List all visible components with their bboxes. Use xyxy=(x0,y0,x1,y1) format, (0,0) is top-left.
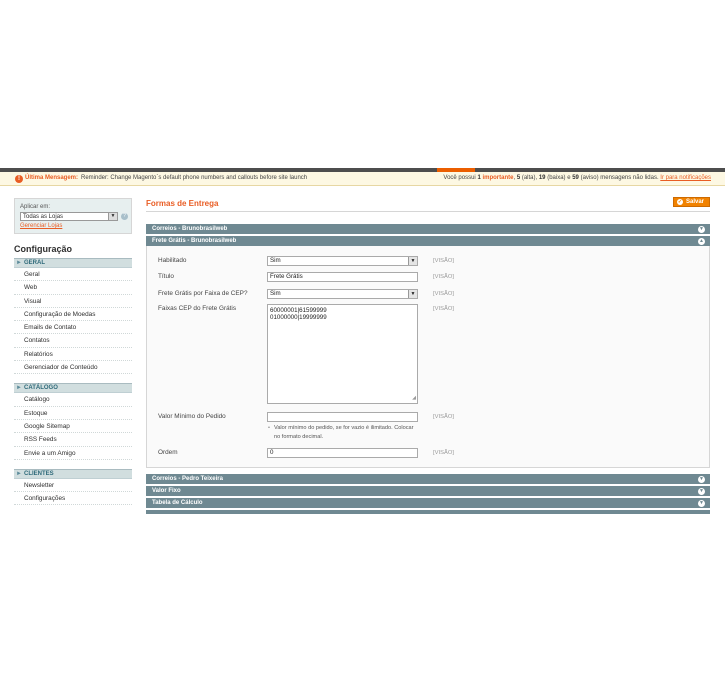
min-order-input[interactable] xyxy=(267,412,418,422)
triangle-icon: ► xyxy=(16,470,22,477)
notifications-link[interactable]: Ir para notificações xyxy=(660,175,711,181)
bullet-icon: • xyxy=(268,425,270,431)
section-correios-pedro[interactable]: Correios - Pedro Teixeira ▼ xyxy=(146,474,710,484)
check-icon: ✓ xyxy=(677,199,683,205)
store-scope-select[interactable]: Todas as Lojas ▼ xyxy=(20,212,118,221)
by-zip-label: Frete Grátis por Faixa de CEP? xyxy=(158,290,248,297)
by-zip-select[interactable]: Sim ▼ xyxy=(267,289,418,299)
frete-gratis-form xyxy=(146,246,710,468)
sidebar-item-catalogo[interactable]: Catálogo xyxy=(14,393,132,407)
sidebar-item-newsletter[interactable]: Newsletter xyxy=(14,478,132,493)
dropdown-arrow-icon: ▼ xyxy=(408,257,417,265)
title-divider xyxy=(146,211,710,212)
scope-visao: [VISÃO] xyxy=(433,414,454,420)
sidebar-item-geral[interactable]: Geral xyxy=(14,268,132,282)
manage-stores-link[interactable]: Gerenciar Lojas xyxy=(20,223,62,229)
scope-visao: [VISÃO] xyxy=(433,450,454,456)
message-bar: ! Última Mensagem: Reminder: Change Mage… xyxy=(0,172,725,186)
sidebar-group-geral[interactable]: ► GERAL xyxy=(14,258,132,268)
sidebar-title: Configuração xyxy=(14,244,73,254)
triangle-icon: ► xyxy=(16,385,22,392)
dropdown-arrow-icon: ▼ xyxy=(108,213,117,220)
sidebar-item-rss[interactable]: RSS Feeds xyxy=(14,433,132,447)
config-sidebar: ► GERAL Geral Web Visual Configuração de … xyxy=(14,258,132,514)
section-frete-gratis[interactable]: Frete Grátis - Brunobrasilweb ▲ xyxy=(146,236,710,246)
scope-switcher: Aplicar em: Todas as Lojas ▼ ? Gerenciar… xyxy=(14,198,132,234)
collapse-icon: ▲ xyxy=(698,237,705,245)
sidebar-item-cms[interactable]: Gerenciador de Conteúdo xyxy=(14,361,132,375)
enabled-label: Habilitado xyxy=(158,257,187,264)
title-label: Título xyxy=(158,273,174,280)
zip-ranges-textarea[interactable]: 60000001|61599999 01000000|19999999 ◢ xyxy=(267,304,418,404)
min-order-note: • Valor mínimo do pedido, se for vazio é… xyxy=(268,425,414,440)
sidebar-item-relatorios[interactable]: Relatórios xyxy=(14,347,132,362)
help-icon[interactable]: ? xyxy=(121,213,128,220)
sidebar-item-emails[interactable]: Emails de Contato xyxy=(14,321,132,335)
message-text: Reminder: Change Magento`s default phone… xyxy=(81,175,308,181)
triangle-icon: ► xyxy=(16,260,22,266)
sidebar-item-web[interactable]: Web xyxy=(14,281,132,295)
scope-visao: [VISÃO] xyxy=(433,291,454,297)
section-correios-bruno[interactable]: Correios - Brunobrasilweb ▼ xyxy=(146,224,710,234)
sidebar-item-moedas[interactable]: Configuração de Moedas xyxy=(14,307,132,322)
sidebar-item-amigo[interactable]: Envie a um Amigo xyxy=(14,446,132,460)
zip-ranges-label: Faixas CEP do Frete Grátis xyxy=(158,305,237,312)
expand-icon: ▼ xyxy=(698,225,705,233)
min-order-label: Valor Mínimo do Pedido xyxy=(158,413,226,420)
resize-grip-icon[interactable]: ◢ xyxy=(412,395,416,402)
next-section-edge xyxy=(146,510,710,514)
title-input[interactable]: Frete Grátis xyxy=(267,272,418,282)
sidebar-item-sitemap[interactable]: Google Sitemap xyxy=(14,419,132,434)
scope-visao: [VISÃO] xyxy=(433,306,454,312)
sidebar-group-catalogo[interactable]: ► CATÁLOGO xyxy=(14,383,132,394)
section-tabela-calculo[interactable]: Tabela de Cálculo ▼ xyxy=(146,498,710,508)
expand-icon: ▼ xyxy=(698,475,705,483)
enabled-select[interactable]: Sim ▼ xyxy=(267,256,418,266)
warning-icon: ! xyxy=(15,175,23,183)
scope-label: Aplicar em: xyxy=(20,204,51,210)
order-label: Ordem xyxy=(158,449,178,456)
sidebar-item-estoque[interactable]: Estoque xyxy=(14,406,132,420)
section-valor-fixo[interactable]: Valor Fixo ▼ xyxy=(146,486,710,496)
sidebar-item-contatos[interactable]: Contatos xyxy=(14,334,132,348)
page-title: Formas de Entrega xyxy=(146,199,219,208)
sidebar-item-configuracoes[interactable]: Configurações xyxy=(14,492,132,506)
message-label: Última Mensagem: xyxy=(25,175,79,181)
sidebar-group-clientes[interactable]: ► CLIENTES xyxy=(14,468,132,479)
sidebar-item-visual[interactable]: Visual xyxy=(14,294,132,308)
order-input[interactable]: 0 xyxy=(267,448,418,458)
expand-icon: ▼ xyxy=(698,487,705,495)
save-button[interactable]: ✓ Salvar xyxy=(673,197,710,207)
scope-visao: [VISÃO] xyxy=(433,258,454,264)
scope-visao: [VISÃO] xyxy=(433,274,454,280)
message-summary: Você possui 1 importante, 5 (alta), 19 (… xyxy=(443,175,711,181)
expand-icon: ▼ xyxy=(698,499,705,507)
dropdown-arrow-icon: ▼ xyxy=(408,290,417,298)
